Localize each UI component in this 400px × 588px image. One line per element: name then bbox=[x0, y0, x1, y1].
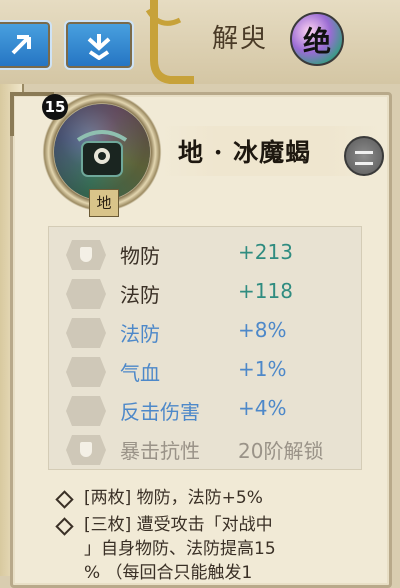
stat-value: +118 bbox=[238, 279, 293, 303]
stat-row: 法防 +8% bbox=[66, 316, 366, 350]
soul-name: 地 · 冰魔蝎 bbox=[178, 138, 312, 167]
back-tab-button[interactable] bbox=[0, 20, 52, 70]
stat-label: 气血 bbox=[120, 361, 160, 385]
set-bonus-text: [三枚] 遭受攻击「对战中 bbox=[84, 515, 273, 535]
ornament-divider bbox=[145, 0, 194, 84]
stat-value: +213 bbox=[238, 240, 293, 264]
soul-icon[interactable] bbox=[54, 104, 150, 200]
set-bonus-text: % （每回合只能触发1 bbox=[84, 563, 253, 583]
stat-value: +4% bbox=[238, 396, 287, 420]
stat-row: 反击伤害 +4% bbox=[66, 394, 366, 428]
rank-label: 绝 bbox=[302, 25, 331, 58]
sword-icon bbox=[66, 396, 106, 426]
shield-icon bbox=[66, 435, 106, 465]
chevron-down-icon bbox=[87, 34, 111, 60]
set-bonus-text: [两枚] 物防，法防+5% bbox=[84, 488, 263, 508]
stat-label: 法防 bbox=[120, 283, 160, 307]
stat-row: 物防 +213 bbox=[66, 238, 366, 272]
stat-row: 法防 +118 bbox=[66, 277, 366, 311]
stat-value: 20阶解锁 bbox=[238, 439, 324, 463]
stat-row: 气血 +1% bbox=[66, 355, 366, 389]
heart-icon bbox=[66, 357, 106, 387]
decode-title[interactable]: 解臾 bbox=[212, 18, 268, 55]
stat-value: +1% bbox=[238, 357, 287, 381]
shield-icon bbox=[66, 240, 106, 270]
triple-orb-icon bbox=[66, 318, 106, 348]
download-tab-button[interactable] bbox=[64, 20, 134, 70]
rank-badge: 绝 bbox=[290, 12, 344, 66]
triple-orb-icon bbox=[66, 279, 106, 309]
menu-button[interactable] bbox=[344, 136, 384, 176]
arrow-icon bbox=[11, 35, 31, 55]
creature-icon bbox=[76, 130, 128, 177]
set-bonus-text: 」自身物防、法防提高15 bbox=[84, 539, 276, 559]
stat-label: 暴击抗性 bbox=[120, 439, 200, 463]
stat-row: 暴击抗性 20阶解锁 bbox=[66, 433, 366, 467]
stat-value: +8% bbox=[238, 318, 287, 342]
stat-label: 反击伤害 bbox=[120, 400, 200, 424]
stat-label: 物防 bbox=[120, 244, 160, 268]
stat-label: 法防 bbox=[120, 322, 160, 346]
